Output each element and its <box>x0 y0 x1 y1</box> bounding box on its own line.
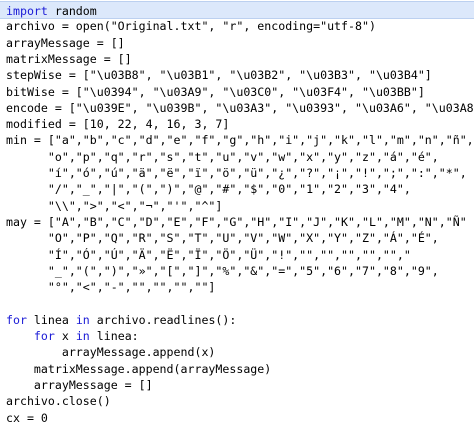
code-editor[interactable]: import random archivo = open("Original.tx… <box>0 0 474 427</box>
code-token: "O","P","Q","R","S","T","U","V","W","X",… <box>6 231 439 246</box>
code-token: may = ["A","B","C","D","E","F","G","H","… <box>6 214 467 229</box>
code-line[interactable]: stepWise = ["\u03B8", "\u03B1", "\u03B2"… <box>0 66 474 84</box>
code-line[interactable]: "O","P","Q","R","S","T","U","V","W","X",… <box>0 229 474 247</box>
code-token: "/","_","|","(",")","@","#","$","0","1",… <box>6 182 411 197</box>
code-line[interactable]: cx = 0 <box>0 409 474 427</box>
code-line[interactable]: arrayMessage.append(x) <box>0 343 474 361</box>
code-line[interactable]: min = ["a","b","c","d","e","f","g","h","… <box>0 131 474 149</box>
code-line[interactable]: bitWise = ["\u0394", "\u03A9", "\u03C0",… <box>0 83 474 101</box>
code-token: archivo = open("Original.txt", "r", enco… <box>6 19 376 34</box>
code-token: random <box>47 4 97 18</box>
code-token: matrixMessage.append(arrayMessage) <box>6 361 272 376</box>
code-token: cx = 0 <box>6 410 48 425</box>
code-token: archivo.close() <box>6 394 111 409</box>
code-token: arrayMessage = [] <box>6 35 125 50</box>
code-line[interactable]: import random <box>0 1 474 19</box>
code-line[interactable]: "°","<","-","","","",""] <box>0 278 474 296</box>
code-line[interactable]: arrayMessage = [] <box>0 34 474 52</box>
code-token: min = ["a","b","c","d","e","f","g","h","… <box>6 133 474 148</box>
code-token: "_","(",")","»","[","]","%","&","=","5",… <box>6 263 439 278</box>
code-line[interactable]: matrixMessage.append(arrayMessage) <box>0 360 474 378</box>
code-token: linea <box>26 312 76 327</box>
code-token: bitWise = ["\u0394", "\u03A9", "\u03C0",… <box>6 84 425 99</box>
code-token: linea: <box>89 329 139 343</box>
keyword-token: for <box>33 329 55 343</box>
keyword-token: in <box>75 312 90 327</box>
code-token: "o","p","q","r","s","t","u","v","w","x",… <box>6 149 439 164</box>
code-line[interactable]: "Í","Ó","Ú","Ä","Ë","Ï","Ö","Ü","!","","… <box>0 246 474 264</box>
code-token: arrayMessage.append(x) <box>6 345 216 360</box>
keyword-token: in <box>75 329 90 343</box>
code-line[interactable]: arrayMessage = [] <box>0 376 474 394</box>
code-line[interactable]: matrixMessage = [] <box>0 50 474 68</box>
code-line[interactable]: for linea in archivo.readlines(): <box>0 311 474 329</box>
code-line[interactable]: archivo = open("Original.txt", "r", enco… <box>0 17 474 35</box>
code-line[interactable]: "_","(",")","»","[","]","%","&","=","5",… <box>0 262 474 280</box>
code-line[interactable]: encode = ["\u039E", "\u039B", "\u03A3", … <box>0 99 474 117</box>
keyword-token: for <box>6 312 27 327</box>
code-token: modified = [10, 22, 4, 16, 3, 7] <box>6 117 230 132</box>
code-token: "í","ó","ú","ä","ë","ï","ö","ü","¿","?",… <box>6 166 467 180</box>
code-token: "\\",">","<","¬","'","^"] <box>6 198 223 213</box>
code-token: arrayMessage = [] <box>6 377 153 392</box>
code-line[interactable]: modified = [10, 22, 4, 16, 3, 7] <box>0 115 474 133</box>
code-token: "Í","Ó","Ú","Ä","Ë","Ï","Ö","Ü","!","","… <box>6 247 411 262</box>
code-line[interactable]: for x in linea: <box>0 327 474 345</box>
code-token: matrixMessage = [] <box>6 51 132 66</box>
code-token: x <box>54 329 76 343</box>
code-line[interactable]: "/","_","|","(",")","@","#","$","0","1",… <box>0 180 474 198</box>
code-line[interactable]: archivo.close() <box>0 392 474 410</box>
code-token: stepWise = ["\u03B8", "\u03B1", "\u03B2"… <box>6 68 432 83</box>
code-line[interactable]: "\\",">","<","¬","'","^"] <box>0 197 474 215</box>
code-token: "°","<","-","","","",""] <box>6 280 216 295</box>
code-line[interactable] <box>0 294 474 312</box>
code-line[interactable]: may = ["A","B","C","D","E","F","G","H","… <box>0 213 474 231</box>
code-token: encode = ["\u039E", "\u039B", "\u03A3", … <box>6 100 474 115</box>
keyword-token: import <box>6 4 48 18</box>
code-line[interactable]: "í","ó","ú","ä","ë","ï","ö","ü","¿","?",… <box>0 164 474 182</box>
code-line[interactable]: "o","p","q","r","s","t","u","v","w","x",… <box>0 148 474 166</box>
code-token: archivo.readlines(): <box>89 312 237 327</box>
